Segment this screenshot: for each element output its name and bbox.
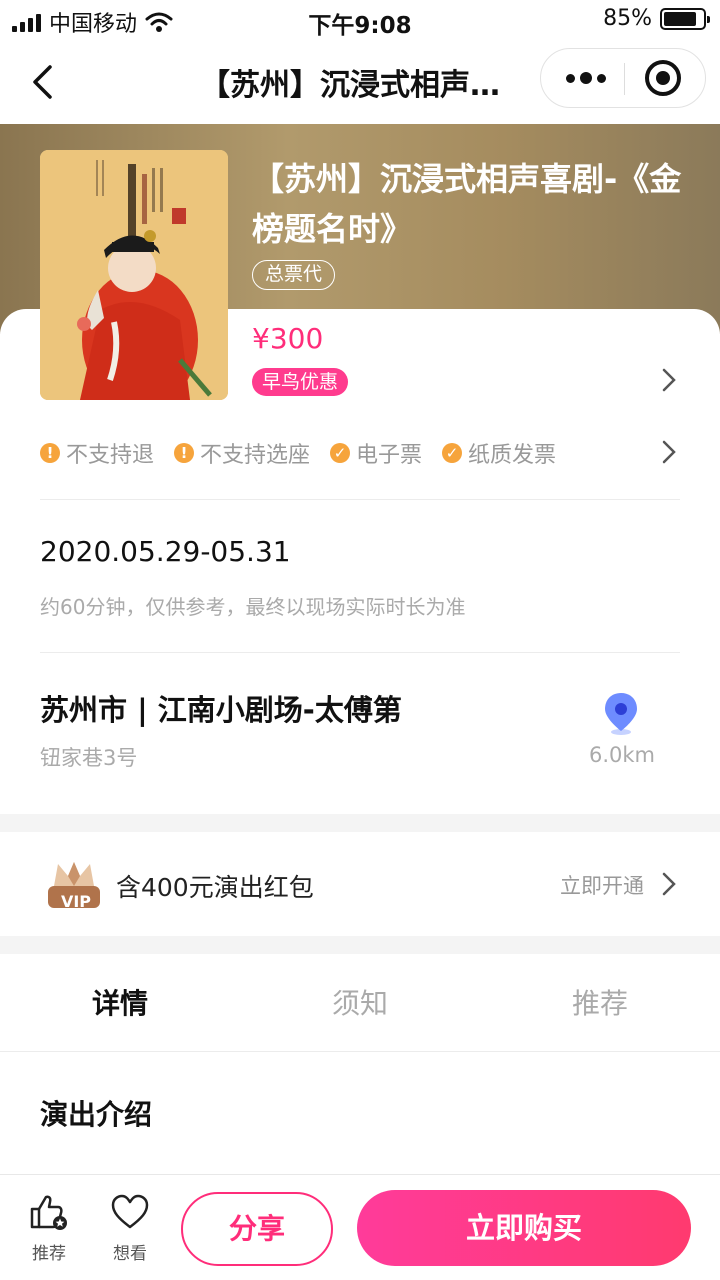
recommend-label: 推荐 bbox=[32, 1244, 66, 1264]
section-title: 演出介绍 bbox=[40, 1098, 153, 1131]
chevron-left-icon bbox=[33, 65, 52, 99]
policy-item: ! 不支持选座 bbox=[174, 437, 310, 469]
back-button[interactable] bbox=[22, 60, 62, 104]
recommend-button[interactable]: 推荐 bbox=[19, 1193, 79, 1264]
chevron-right-icon bbox=[662, 872, 676, 896]
duration-note: 约60分钟，仅供参考，最终以现场实际时长为准 bbox=[40, 595, 466, 619]
nav-bar: 【苏州】沉浸式相声… bbox=[0, 40, 720, 124]
policy-label: 不支持选座 bbox=[200, 443, 311, 468]
price: ¥300 bbox=[252, 322, 324, 355]
status-bar: 中国移动 下午9:08 85% bbox=[0, 0, 720, 40]
venue-address: 钮家巷3号 bbox=[40, 746, 138, 770]
want-label: 想看 bbox=[113, 1244, 147, 1264]
tab-details[interactable]: 详情 bbox=[40, 982, 200, 1022]
opera-poster-image bbox=[40, 150, 228, 400]
exclamation-icon: ! bbox=[174, 443, 195, 463]
vip-badge-text: VIP bbox=[60, 892, 92, 911]
policy-label: 电子票 bbox=[356, 443, 423, 468]
divider bbox=[40, 499, 680, 500]
show-poster[interactable] bbox=[40, 150, 228, 400]
tab-notice[interactable]: 须知 bbox=[280, 982, 440, 1022]
tab-recommend[interactable]: 推荐 bbox=[520, 982, 680, 1022]
battery-fill bbox=[664, 11, 697, 26]
battery-percent: 85% bbox=[603, 6, 652, 31]
thumbs-up-icon bbox=[30, 1195, 67, 1230]
check-icon: ✓ bbox=[442, 443, 463, 463]
buy-now-button[interactable]: 立即购买 bbox=[357, 1190, 691, 1266]
check-icon: ✓ bbox=[330, 443, 351, 463]
divider bbox=[40, 652, 680, 653]
vip-chevron bbox=[662, 872, 676, 900]
bottom-bar: 推荐 想看 分享 立即购买 bbox=[0, 1174, 720, 1280]
policy-item: ✓ 纸质发票 bbox=[442, 437, 556, 469]
chevron-right-icon bbox=[662, 440, 676, 464]
section-gap bbox=[0, 814, 720, 832]
status-right: 85% bbox=[603, 6, 710, 31]
nav-title: 【苏州】沉浸式相声… bbox=[200, 68, 500, 103]
show-title: 【苏州】沉浸式相声喜剧-《金榜题名时》 bbox=[252, 160, 682, 248]
policy-label: 不支持退 bbox=[66, 443, 155, 468]
location-pin-icon[interactable] bbox=[603, 691, 639, 735]
more-dots-icon[interactable] bbox=[551, 49, 621, 107]
share-button[interactable]: 分享 bbox=[181, 1192, 333, 1266]
policy-item: ! 不支持退 bbox=[40, 437, 154, 469]
capsule-divider bbox=[624, 63, 625, 95]
policies-detail-button[interactable] bbox=[662, 440, 676, 468]
tab-bar: 详情 须知 推荐 bbox=[0, 954, 720, 1052]
venue-distance: 6.0km bbox=[588, 743, 655, 767]
target-close-icon[interactable] bbox=[645, 60, 681, 96]
agent-tag: 总票代 bbox=[252, 260, 336, 290]
vip-row[interactable]: VIP 含400元演出红包 立即开通 bbox=[0, 832, 720, 936]
heart-icon bbox=[111, 1194, 149, 1229]
policy-list[interactable]: ! 不支持退 ! 不支持选座 ✓ 电子票 ✓ 纸质发票 bbox=[40, 436, 680, 470]
vip-text: 含400元演出红包 bbox=[116, 873, 314, 902]
battery-icon bbox=[660, 7, 710, 30]
want-button[interactable]: 想看 bbox=[100, 1193, 160, 1264]
promo-tag: 早鸟优惠 bbox=[252, 368, 349, 396]
section-gap bbox=[0, 936, 720, 954]
policy-label: 纸质发票 bbox=[468, 443, 557, 468]
chevron-right-icon bbox=[662, 368, 676, 392]
price-detail-button[interactable] bbox=[662, 368, 676, 396]
vip-open-button[interactable]: 立即开通 bbox=[560, 870, 644, 900]
show-date: 2020.05.29-05.31 bbox=[40, 535, 291, 568]
exclamation-icon: ! bbox=[40, 443, 60, 463]
venue-name[interactable]: 苏州市 | 江南小剧场-太傅第 bbox=[40, 687, 402, 729]
policy-item: ✓ 电子票 bbox=[330, 437, 422, 469]
mini-program-capsule bbox=[540, 48, 706, 108]
